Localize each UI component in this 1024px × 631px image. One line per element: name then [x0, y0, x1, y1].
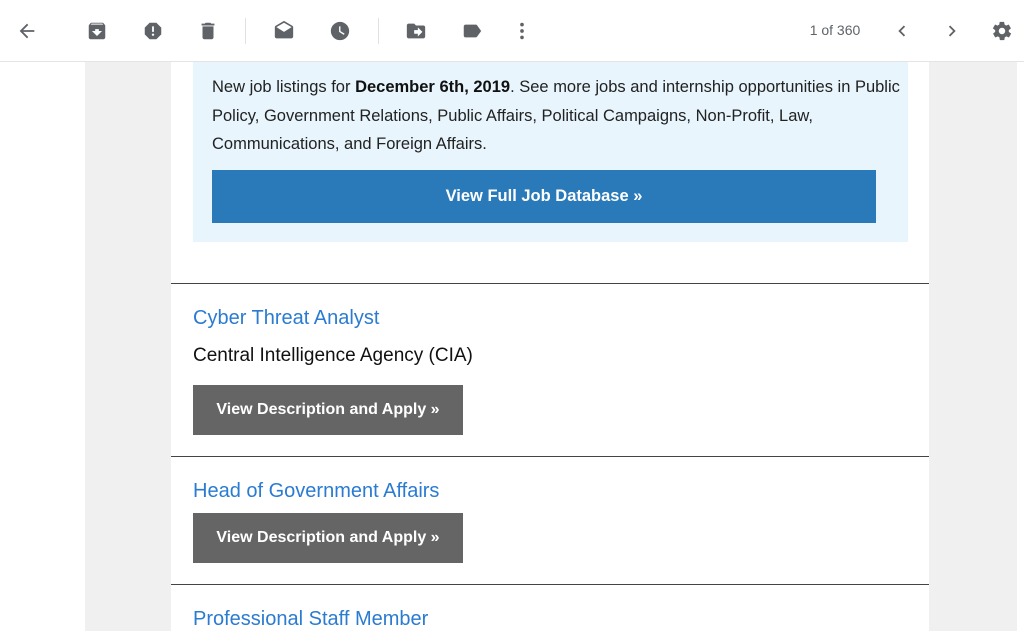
apply-button[interactable]: View Description and Apply » [193, 385, 463, 435]
toolbar-divider [378, 18, 379, 44]
intro-text: New job listings for December 6th, 2019.… [212, 73, 902, 159]
email-body: New job listings for December 6th, 2019.… [171, 62, 929, 631]
chevron-right-icon[interactable] [937, 16, 967, 46]
job-title-link[interactable]: Head of Government Affairs [193, 480, 439, 503]
view-job-database-button[interactable]: View Full Job Database » [212, 170, 876, 223]
clock-icon[interactable] [325, 16, 355, 46]
trash-icon[interactable] [193, 16, 223, 46]
mark-unread-icon[interactable] [269, 16, 299, 46]
job-title-link[interactable]: Professional Staff Member [193, 608, 428, 631]
apply-button[interactable]: View Description and Apply » [193, 513, 463, 563]
label-icon[interactable] [457, 16, 487, 46]
arrow-back-icon[interactable] [12, 16, 42, 46]
job-title-link[interactable]: Cyber Threat Analyst [193, 307, 379, 330]
intro-panel: New job listings for December 6th, 2019.… [193, 62, 908, 242]
toolbar-divider [245, 18, 246, 44]
section-divider [171, 456, 929, 457]
gear-icon[interactable] [987, 16, 1017, 46]
intro-date: December 6th, 2019 [355, 78, 511, 96]
section-divider [171, 283, 929, 284]
move-to-icon[interactable] [401, 16, 431, 46]
more-vert-icon[interactable] [507, 16, 537, 46]
job-organization: Central Intelligence Agency (CIA) [193, 345, 473, 366]
report-spam-icon[interactable] [138, 16, 168, 46]
message-counter: 1 of 360 [809, 22, 861, 38]
intro-prefix: New job listings for [212, 78, 356, 96]
chevron-left-icon[interactable] [887, 16, 917, 46]
archive-icon[interactable] [82, 16, 112, 46]
section-divider [171, 584, 929, 585]
email-toolbar: 1 of 360 [0, 0, 1024, 62]
